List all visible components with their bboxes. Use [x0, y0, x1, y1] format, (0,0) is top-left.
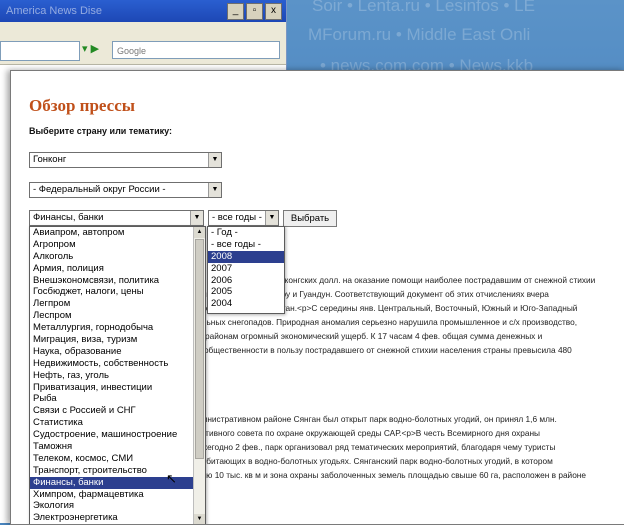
google-search-placeholder: Google	[117, 46, 147, 56]
topic-option[interactable]: Нефть, газ, уголь	[30, 370, 205, 382]
topic-option[interactable]: Миграция, виза, туризм	[30, 334, 205, 346]
article-text-line: тативного совета по охране окружающей ср…	[197, 428, 541, 438]
year-option[interactable]: 2008	[208, 250, 284, 263]
scroll-thumb[interactable]	[195, 239, 204, 459]
background-text: Soir • Lenta.ru • Lesinfos • LE	[312, 0, 535, 15]
topic-option[interactable]: Химпром, фармацевтика	[30, 489, 205, 501]
topic-option[interactable]: Легпром	[30, 298, 205, 310]
mouse-cursor-icon: ↖	[166, 471, 177, 486]
topic-option[interactable]: Финансы, банки	[30, 476, 205, 489]
topic-option[interactable]: Экология	[30, 500, 205, 512]
choose-prompt: Выберите страну или тематику:	[29, 126, 173, 136]
topic-option[interactable]: Внешэкономсвязи, политика	[30, 275, 205, 287]
chevron-down-icon[interactable]: ▼	[208, 153, 221, 167]
go-arrow-icon[interactable]: ▾ ▶	[82, 42, 99, 55]
topic-option[interactable]: Транспорт, строительство	[30, 465, 205, 477]
article-text-line: м районам огромный экономический ущерб. …	[197, 331, 543, 341]
year-option[interactable]: 2006	[208, 275, 284, 287]
maximize-button[interactable]: ▫	[246, 3, 263, 20]
year-dropdown-list[interactable]: - Год -- все годы -2008 2007 2006 2005 2004	[207, 226, 285, 314]
year-option[interactable]: 2007	[208, 263, 284, 275]
close-button[interactable]: x	[265, 3, 282, 20]
topic-select[interactable]: Финансы, банки ▼	[29, 210, 204, 226]
back-window-title: America News Dise	[6, 5, 102, 17]
browser-toolbar: ▾ ▶ Google	[0, 38, 286, 65]
chevron-down-icon[interactable]: ▼	[265, 211, 278, 225]
back-window-titlebar[interactable]: America News Dise _ ▫ x	[0, 0, 286, 22]
topic-option[interactable]: Госбюджет, налоги, цены	[30, 286, 205, 298]
topic-option[interactable]: Алкоголь	[30, 251, 205, 263]
district-select[interactable]: - Федеральный округ России - ▼	[29, 182, 222, 198]
topic-option[interactable]: Леспром	[30, 310, 205, 322]
year-option[interactable]: - все годы -	[208, 239, 284, 251]
year-select-value: - все годы -	[212, 212, 262, 223]
topic-option[interactable]: Армия, полиция	[30, 263, 205, 275]
topic-dropdown-list[interactable]: Авиапром, автопром Агропром Алкоголь Армия,…	[29, 226, 206, 524]
article-text-line: , обитающих в водно-болотных угодьях. Ся…	[197, 456, 553, 466]
chevron-down-icon[interactable]: ▼	[190, 211, 203, 225]
year-select[interactable]: - все годы - ▼	[208, 210, 279, 226]
press-review-window: Обзор прессы Выберите страну или тематик…	[10, 70, 624, 525]
article-text-line: министративном районе Сянган был открыт …	[197, 414, 557, 424]
district-select-value: - Федеральный округ России -	[33, 184, 166, 195]
year-option[interactable]: - Год -	[208, 227, 284, 239]
topic-select-value: Финансы, банки	[33, 212, 104, 223]
country-select-value: Гонконг	[33, 154, 67, 165]
topic-option[interactable]: Приватизация, инвестиции	[30, 382, 205, 394]
google-search-input[interactable]: Google	[112, 41, 280, 59]
scroll-up-icon[interactable]: ▲	[194, 227, 205, 238]
topic-option[interactable]: Авиапром, автопром	[30, 227, 205, 239]
article-text-line: ежегодно 2 фев., парк организовал ряд те…	[197, 442, 556, 452]
topic-option[interactable]: Таможня	[30, 441, 205, 453]
topic-option[interactable]: Наука, образование	[30, 346, 205, 358]
minimize-button[interactable]: _	[227, 3, 244, 20]
topic-option[interactable]: Металлургия, горнодобыча	[30, 322, 205, 334]
article-text-line: нгконгских долл. на оказание помощи наиб…	[277, 275, 596, 285]
topic-scrollbar[interactable]: ▲ ▼	[193, 227, 205, 524]
topic-option[interactable]: Недвижимость, собственность	[30, 358, 205, 370]
topic-option[interactable]: Рыба	[30, 393, 205, 405]
country-select[interactable]: Гонконг ▼	[29, 152, 222, 168]
year-option[interactable]: 2004	[208, 298, 284, 310]
chevron-down-icon[interactable]: ▼	[208, 183, 221, 197]
topic-option[interactable]: Телеком, космос, СМИ	[30, 453, 205, 465]
topic-option[interactable]: Связи с Россией и СНГ	[30, 405, 205, 417]
article-text-line: ильных снегопадов. Природная аномалия се…	[197, 317, 578, 327]
topic-option[interactable]: Судостроение, машиностроение	[30, 429, 205, 441]
address-bar[interactable]	[0, 41, 80, 61]
submit-button[interactable]: Выбрать	[283, 210, 337, 227]
page-title: Обзор прессы	[29, 96, 136, 115]
topic-option[interactable]: Статистика	[30, 417, 205, 429]
topic-option[interactable]: Агропром	[30, 239, 205, 251]
scroll-down-icon[interactable]: ▼	[194, 514, 205, 524]
article-text-line: дью 10 тыс. кв м и зона охраны заболочен…	[197, 470, 587, 480]
background-text: MForum.ru • Middle East Onli	[308, 25, 531, 44]
year-option[interactable]: 2005	[208, 286, 284, 298]
topic-option[interactable]: Электроэнергетика	[30, 512, 205, 524]
article-text-line: й общественности в пользу пострадавшего …	[197, 345, 572, 355]
